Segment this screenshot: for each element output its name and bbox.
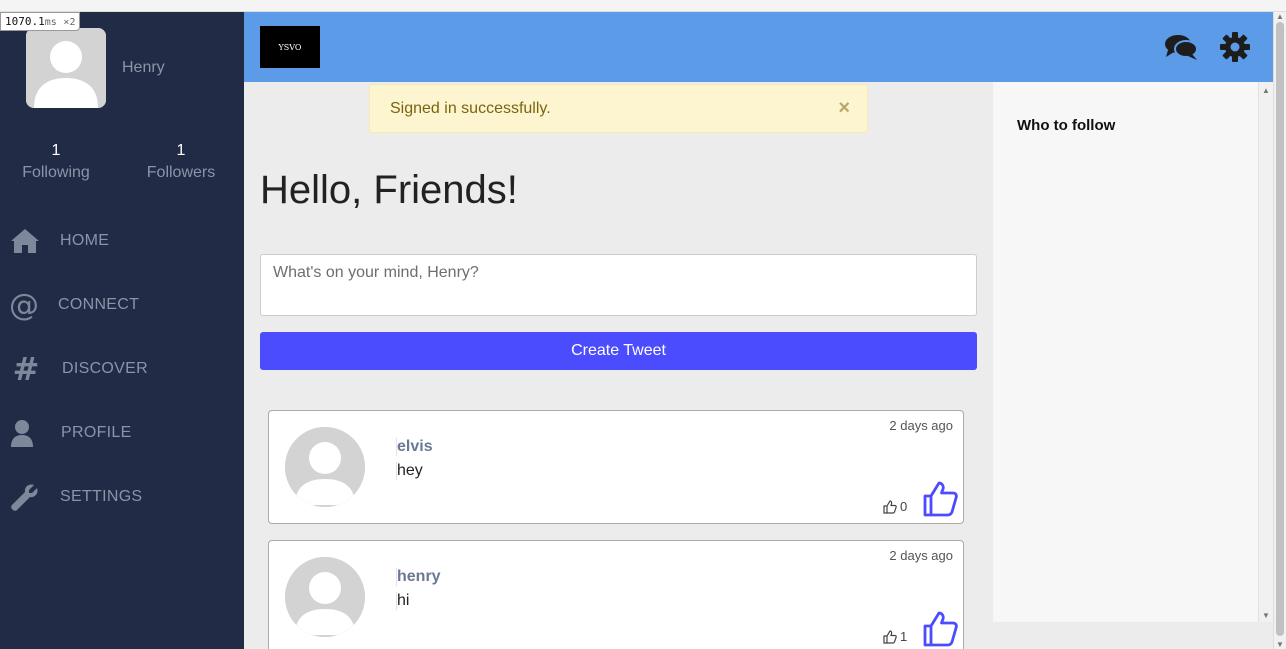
nav-profile[interactable]: PROFILE: [0, 413, 244, 453]
page-scroll-up-icon[interactable]: ▲: [1276, 12, 1284, 21]
nav-home-label: HOME: [60, 232, 110, 249]
tweet-author[interactable]: henry: [396, 568, 441, 586]
main-content: Signed in successfully. × Hello, Friends…: [244, 82, 993, 649]
nav-discover-label: DISCOVER: [62, 360, 148, 377]
scroll-up-icon[interactable]: ▲: [1262, 86, 1270, 95]
avatar-placeholder-icon: [26, 28, 106, 108]
wrench-icon: [10, 482, 40, 512]
tweet-time: 2 days ago: [889, 418, 953, 433]
nav-settings-label: SETTINGS: [60, 488, 143, 505]
nav-connect[interactable]: @ CONNECT: [0, 285, 244, 325]
scroll-down-icon[interactable]: ▼: [1262, 611, 1270, 620]
page-scrollbar[interactable]: ▲ ▼: [1273, 12, 1286, 649]
followers-count: 1: [176, 142, 186, 159]
thumbs-up-small-icon: [883, 629, 897, 644]
like-count-value: 1: [900, 629, 908, 644]
profile-username[interactable]: Henry: [122, 59, 165, 77]
timing-badge: 1070.1ms ×2: [0, 12, 81, 31]
following-label: Following: [22, 164, 90, 181]
nav-profile-label: PROFILE: [61, 424, 132, 441]
tweet-input[interactable]: [260, 254, 977, 316]
thumbs-up-icon[interactable]: [922, 611, 958, 647]
tweet-author[interactable]: elvis: [396, 438, 433, 456]
nav-discover[interactable]: # DISCOVER: [0, 349, 244, 389]
user-icon: [7, 418, 37, 448]
followers-label: Followers: [146, 164, 216, 181]
top-header: YSVO: [244, 12, 1273, 82]
like-count: 0: [883, 499, 907, 514]
tweet-card: 2 days ago henry hi 1: [268, 540, 964, 649]
tweet-text: hey: [396, 462, 423, 480]
tweet-text: hi: [396, 592, 410, 610]
tweet-avatar[interactable]: [285, 557, 365, 637]
avatar-placeholder-icon: [285, 427, 365, 507]
gear-icon[interactable]: [1218, 30, 1252, 64]
nav-connect-label: CONNECT: [58, 296, 140, 313]
flash-notice: Signed in successfully. ×: [369, 84, 868, 133]
who-to-follow-title: Who to follow: [1017, 117, 1116, 134]
browser-strip: [0, 0, 1286, 12]
following-stat[interactable]: 1 Following: [1, 142, 111, 182]
like-count: 1: [883, 629, 907, 644]
following-count: 1: [51, 142, 61, 159]
thumbs-up-small-icon: [883, 499, 897, 514]
at-icon: @: [9, 287, 39, 323]
tweet-time: 2 days ago: [889, 548, 953, 563]
profile-avatar[interactable]: [26, 28, 106, 108]
site-logo[interactable]: YSVO: [260, 26, 320, 68]
panel-scrollbar[interactable]: ▲ ▼: [1258, 82, 1273, 622]
timing-value: 1070.1: [5, 15, 45, 28]
nav-settings[interactable]: SETTINGS: [0, 477, 244, 517]
timing-unit: ms: [44, 17, 57, 28]
close-icon[interactable]: ×: [838, 97, 850, 120]
timing-multiplier: ×2: [63, 17, 76, 28]
nav-home[interactable]: HOME: [0, 221, 244, 261]
create-tweet-button[interactable]: Create Tweet: [260, 332, 977, 370]
who-to-follow-panel: Who to follow: [993, 82, 1258, 622]
flash-message: Signed in successfully.: [390, 99, 551, 117]
like-count-value: 0: [900, 499, 908, 514]
avatar-placeholder-icon: [285, 557, 365, 637]
tweet-avatar[interactable]: [285, 427, 365, 507]
chat-icon[interactable]: [1164, 30, 1198, 64]
sidebar: Henry 1 Following 1 Followers HOME @ CON…: [0, 12, 244, 649]
scroll-thumb[interactable]: [1276, 22, 1284, 636]
hashtag-icon: #: [12, 350, 40, 388]
tweet-card: 2 days ago elvis hey 0: [268, 410, 964, 524]
page-scroll-down-icon[interactable]: ▼: [1276, 640, 1284, 649]
thumbs-up-icon[interactable]: [922, 481, 958, 517]
page-title: Hello, Friends!: [260, 168, 518, 212]
followers-stat[interactable]: 1 Followers: [126, 142, 236, 182]
home-icon: [10, 226, 40, 256]
